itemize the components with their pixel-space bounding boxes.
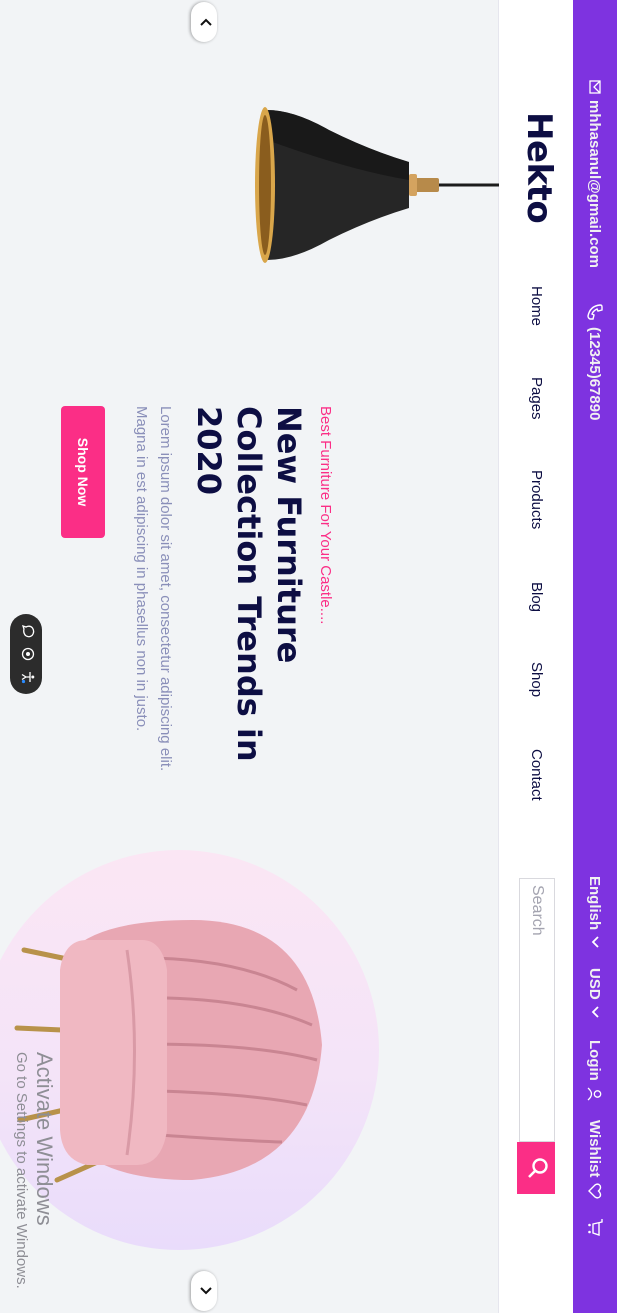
nav-home[interactable]: Home (528, 286, 545, 326)
scroll-prev-button[interactable] (191, 2, 217, 42)
chevron-left-icon (195, 17, 213, 27)
nav-contact[interactable]: Contact (528, 749, 545, 801)
accessibility-icon[interactable] (17, 670, 36, 684)
user-icon (588, 1087, 603, 1101)
wishlist-label: Wishlist (586, 1120, 604, 1178)
chevron-down-icon (591, 1006, 599, 1018)
email-contact[interactable]: mhhasanul@gmail.com (573, 80, 617, 268)
phone-icon (586, 303, 604, 321)
language-select[interactable]: English (573, 876, 617, 948)
chat-bubble-icon[interactable] (17, 624, 36, 638)
search-box (519, 878, 555, 1142)
mail-icon (589, 80, 601, 94)
login-link[interactable]: Login (573, 1040, 617, 1101)
hero-description: Lorem ipsum dolor sit amet, consectetur … (133, 406, 174, 772)
currency-select[interactable]: USD (573, 968, 617, 1018)
language-value: English (586, 876, 604, 931)
phone-text: (12345)67890 (586, 327, 604, 421)
pendant-lamp-image (255, 107, 499, 263)
login-label: Login (586, 1040, 604, 1081)
cart-button[interactable] (573, 1218, 617, 1236)
wishlist-link[interactable]: Wishlist (573, 1120, 617, 1199)
windows-watermark: Activate Windows Go to Settings to activ… (11, 1052, 57, 1289)
eye-icon[interactable] (17, 647, 36, 661)
watermark-subtitle: Go to Settings to activate Windows. (13, 1052, 30, 1289)
watermark-title: Activate Windows (32, 1052, 57, 1226)
nav-pages[interactable]: Pages (528, 377, 545, 420)
phone-contact[interactable]: (12345)67890 (573, 303, 617, 420)
search-button[interactable] (517, 1142, 555, 1194)
heart-icon (588, 1183, 602, 1199)
nav-blog[interactable]: Blog (528, 582, 545, 612)
site-logo[interactable]: Hekto (519, 112, 559, 223)
floating-toolbar (10, 614, 42, 694)
hero-title: New Furniture Collection Trends in 2020 (190, 406, 308, 762)
chevron-down-icon (591, 936, 599, 948)
pink-chair-image (14, 920, 322, 1183)
top-bar: mhhasanul@gmail.com (12345)67890 English… (573, 0, 617, 1313)
cart-icon (587, 1218, 603, 1236)
search-input[interactable] (520, 879, 554, 1141)
search-icon (523, 1157, 550, 1179)
hero-subtitle: Best Furniture For Your Castle.... (317, 406, 334, 625)
scroll-next-button[interactable] (191, 1271, 217, 1311)
email-text: mhhasanul@gmail.com (586, 100, 604, 268)
currency-value: USD (586, 968, 604, 1000)
page: mhhasanul@gmail.com (12345)67890 English… (0, 0, 617, 1313)
shop-now-button[interactable]: Shop Now (61, 406, 105, 538)
nav-shop[interactable]: Shop (528, 662, 545, 697)
chevron-right-icon (195, 1286, 213, 1296)
nav-products[interactable]: Products (528, 470, 545, 529)
